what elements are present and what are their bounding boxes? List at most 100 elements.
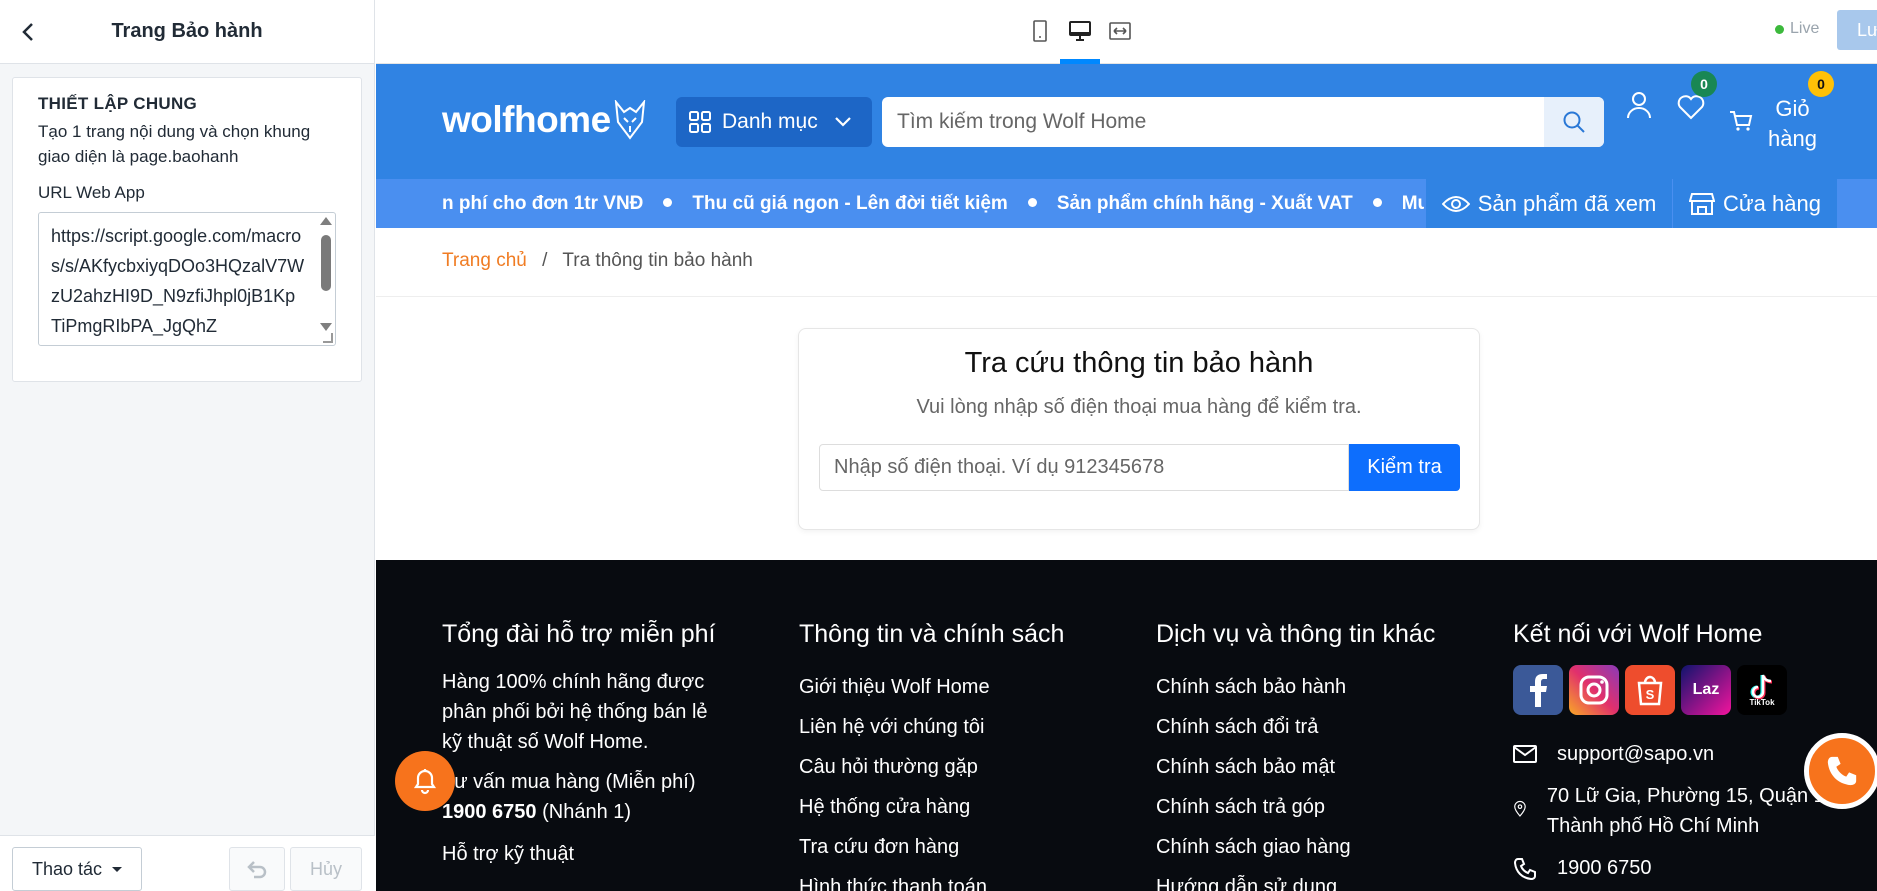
textarea-scrollbar[interactable] bbox=[320, 217, 332, 339]
wishlist-badge: 0 bbox=[1691, 71, 1717, 97]
tech-support-label: Hỗ trợ kỹ thuật bbox=[442, 843, 575, 865]
device-mobile-button[interactable] bbox=[1022, 14, 1058, 48]
svg-text:S: S bbox=[1646, 687, 1655, 702]
lazada-text: Laz bbox=[1692, 681, 1720, 698]
check-button[interactable]: Kiểm tra bbox=[1349, 444, 1460, 491]
search-button[interactable] bbox=[1544, 97, 1604, 147]
site-logo[interactable]: wolfhome bbox=[442, 99, 647, 141]
footer-link[interactable]: Câu hỏi thường gặp bbox=[799, 747, 1089, 787]
scroll-up-icon[interactable] bbox=[320, 217, 332, 225]
footer-link[interactable]: Chính sách giao hàng bbox=[1156, 827, 1456, 867]
footer-email[interactable]: support@sapo.vn bbox=[1513, 739, 1843, 769]
device-fullwidth-button[interactable] bbox=[1102, 14, 1138, 48]
store-button[interactable]: Cửa hàng bbox=[1673, 179, 1837, 228]
instagram-icon[interactable] bbox=[1569, 665, 1619, 715]
facebook-icon[interactable] bbox=[1513, 665, 1563, 715]
live-status: Live bbox=[1775, 20, 1819, 38]
warranty-lookup-card: Tra cứu thông tin bảo hành Vui lòng nhập… bbox=[798, 328, 1480, 530]
url-textarea[interactable]: https://script.google.com/macros/s/AKfyc… bbox=[38, 212, 336, 346]
phone-icon bbox=[1513, 858, 1536, 881]
promo-item: n phí cho đơn 1tr VNĐ bbox=[442, 193, 644, 214]
wolf-logo-icon bbox=[614, 100, 645, 140]
search-icon bbox=[1563, 111, 1585, 133]
device-desktop-button[interactable] bbox=[1060, 14, 1100, 64]
footer-link[interactable]: Giới thiệu Wolf Home bbox=[799, 667, 1089, 707]
footer-link[interactable]: Chính sách trả góp bbox=[1156, 787, 1456, 827]
store-preview: wolfhome Danh mục Tìm kiếm trong Wolf Ho… bbox=[376, 64, 1877, 891]
chevron-down-icon bbox=[834, 117, 851, 127]
account-button[interactable] bbox=[1624, 90, 1654, 120]
footer-link[interactable]: Chính sách đổi trả bbox=[1156, 707, 1456, 747]
search-input[interactable]: Tìm kiếm trong Wolf Home bbox=[882, 110, 1544, 134]
phone-input[interactable]: Nhập số điện thoại. Ví dụ 912345678 bbox=[819, 444, 1349, 491]
footer-col-title: Kết nối với Wolf Home bbox=[1513, 620, 1763, 648]
consult-label: Tư vấn mua hàng (Miễn phí) bbox=[442, 771, 696, 793]
footer-link[interactable]: Tra cứu đơn hàng bbox=[799, 827, 1089, 867]
category-menu-button[interactable]: Danh mục bbox=[676, 97, 872, 147]
divider bbox=[376, 296, 1877, 297]
undo-icon bbox=[247, 861, 267, 879]
call-button[interactable] bbox=[1804, 733, 1877, 809]
phone-text: 1900 6750 bbox=[1557, 857, 1652, 879]
section-description: Tạo 1 trang nội dung và chọn khung giao … bbox=[38, 122, 311, 166]
footer-link[interactable]: Liên hệ với chúng tôi bbox=[799, 707, 1089, 747]
chevron-left-icon bbox=[22, 23, 33, 41]
consult-phone[interactable]: 1900 6750 bbox=[442, 801, 537, 823]
grid-icon bbox=[689, 111, 711, 133]
save-button[interactable]: Lưu bbox=[1837, 10, 1877, 50]
lazada-icon[interactable]: Laz bbox=[1681, 665, 1731, 715]
bell-icon bbox=[413, 769, 437, 795]
cart-icon bbox=[1730, 111, 1753, 131]
mail-icon bbox=[1513, 745, 1537, 763]
cart-label[interactable]: Giỏ hàng bbox=[1768, 94, 1817, 154]
tiktok-icon[interactable]: TikTok bbox=[1737, 665, 1787, 715]
actions-dropdown[interactable]: Thao tác bbox=[12, 847, 142, 891]
promo-bar: n phí cho đơn 1tr VNĐ Thu cũ giá ngon - L… bbox=[376, 179, 1877, 228]
footer-link[interactable]: Hệ thống cửa hàng bbox=[799, 787, 1089, 827]
actions-label: Thao tác bbox=[31, 858, 103, 879]
promo-item: Mua C bbox=[1401, 193, 1424, 214]
footer-link[interactable]: Hướng dẫn sử dụng bbox=[1156, 867, 1456, 891]
undo-button[interactable] bbox=[229, 847, 285, 891]
back-button[interactable] bbox=[14, 18, 42, 46]
resize-grip-icon[interactable] bbox=[323, 333, 333, 343]
sidebar-footer: Thao tác Hủy bbox=[0, 835, 375, 891]
shopee-icon[interactable]: S bbox=[1625, 665, 1675, 715]
notification-button[interactable] bbox=[395, 751, 455, 811]
heart-icon bbox=[1677, 95, 1705, 120]
footer-phone[interactable]: 1900 6750 bbox=[1513, 853, 1843, 883]
scroll-down-icon[interactable] bbox=[320, 323, 332, 331]
footer-col-services: Dịch vụ và thông tin khác Chính sách bảo… bbox=[1156, 620, 1456, 891]
tiktok-text: TikTok bbox=[1749, 697, 1775, 707]
footer-col-title: Tổng đài hỗ trợ miễn phí bbox=[442, 620, 716, 648]
breadcrumb-home[interactable]: Trang chủ bbox=[442, 250, 527, 271]
viewed-products-button[interactable]: Sản phẩm đã xem bbox=[1426, 179, 1672, 228]
social-links: S Laz TikTok bbox=[1513, 665, 1843, 715]
footer-col-title: Thông tin và chính sách bbox=[799, 620, 1065, 648]
warranty-subtitle: Vui lòng nhập số điện thoại mua hàng để … bbox=[916, 396, 1362, 418]
footer-link[interactable]: Chính sách bảo mật bbox=[1156, 747, 1456, 787]
fullwidth-icon bbox=[1109, 22, 1131, 40]
live-label: Live bbox=[1790, 20, 1820, 37]
mobile-icon bbox=[1033, 20, 1047, 42]
site-search[interactable]: Tìm kiếm trong Wolf Home bbox=[882, 97, 1604, 147]
address-text: 70 Lữ Gia, Phường 15, Quận 11, Thành phố… bbox=[1546, 785, 1840, 837]
breadcrumb: Trang chủ / Tra thông tin bảo hành bbox=[442, 250, 753, 272]
logo-text: wolfhome bbox=[442, 99, 611, 140]
scroll-thumb[interactable] bbox=[321, 235, 331, 291]
viewed-label: Sản phẩm đã xem bbox=[1477, 190, 1657, 216]
footer-col-info: Thông tin và chính sách Giới thiệu Wolf … bbox=[799, 620, 1089, 891]
url-value[interactable]: https://script.google.com/macros/s/AKfyc… bbox=[39, 213, 317, 345]
store-icon bbox=[1689, 192, 1716, 215]
cart-label-line1: Giỏ bbox=[1775, 96, 1810, 121]
theme-editor-sidebar: Trang Bảo hành THIẾT LẬP CHUNG Tạo 1 tra… bbox=[0, 0, 375, 891]
url-label: URL Web App bbox=[38, 183, 145, 202]
editor-topbar: Live Lưu bbox=[376, 0, 1877, 64]
desktop-icon bbox=[1069, 21, 1091, 41]
consult-branch: (Nhánh 1) bbox=[542, 801, 632, 823]
cart-button[interactable] bbox=[1726, 106, 1756, 136]
cancel-button[interactable]: Hủy bbox=[290, 847, 362, 891]
footer-link[interactable]: Hình thức thanh toán bbox=[799, 867, 1089, 891]
footer-link[interactable]: Chính sách bảo hành bbox=[1156, 667, 1456, 707]
breadcrumb-current: Tra thông tin bảo hành bbox=[562, 250, 753, 271]
